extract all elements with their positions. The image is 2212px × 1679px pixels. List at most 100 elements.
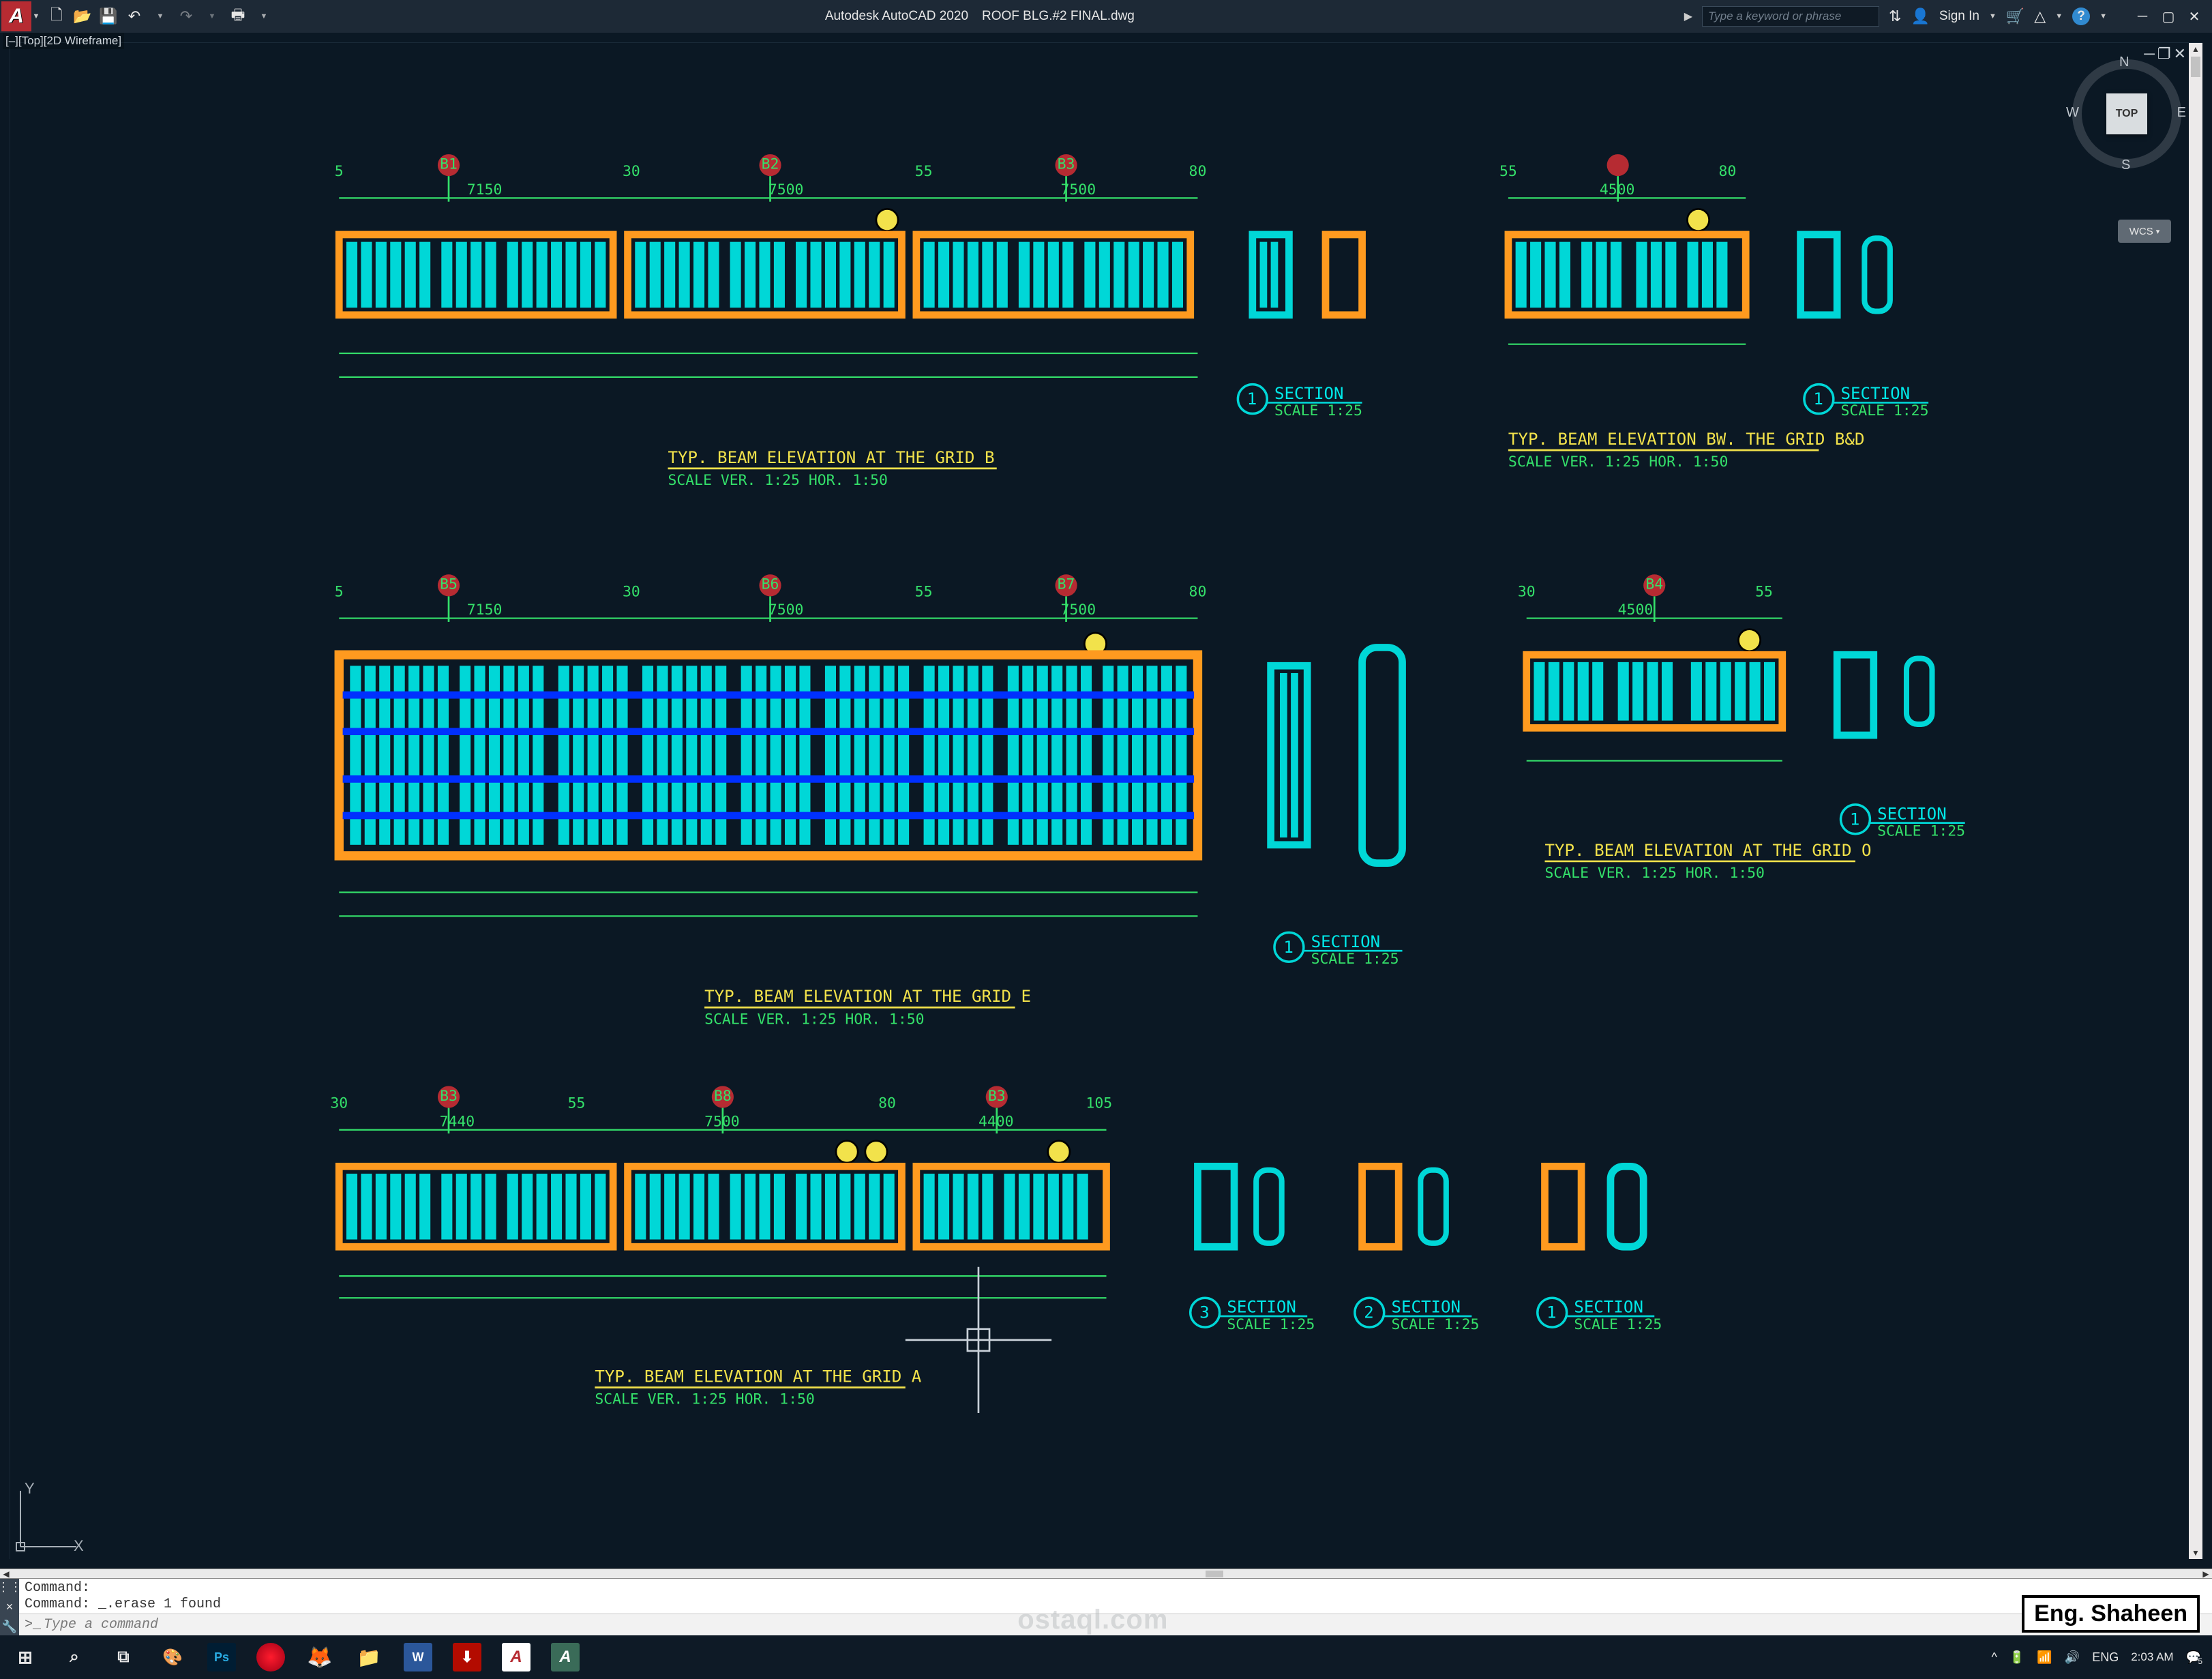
tray-expand-icon[interactable]: ^: [1991, 1650, 1997, 1665]
svg-text:SECTION: SECTION: [1877, 804, 1947, 823]
minimize-button[interactable]: ─: [2130, 6, 2155, 27]
acrobat-app-icon[interactable]: ⬇: [453, 1643, 481, 1671]
a360-icon[interactable]: ⇅: [1889, 8, 1901, 25]
paint-app-icon[interactable]: 🎨: [158, 1643, 187, 1671]
appstore-caret-icon[interactable]: ▼: [2055, 12, 2063, 20]
photoshop-app-icon[interactable]: Ps: [207, 1643, 236, 1671]
svg-text:7150: 7150: [467, 181, 503, 198]
svg-text:SECTION: SECTION: [1274, 384, 1344, 403]
svg-text:SCALE 1:25: SCALE 1:25: [1841, 402, 1929, 419]
autocad-alt-app-icon[interactable]: A: [551, 1643, 580, 1671]
search-expand-icon[interactable]: ▶: [1684, 10, 1692, 23]
viewcube-north[interactable]: N: [2119, 55, 2129, 70]
vscrollbar[interactable]: ▲ ▼: [2189, 43, 2202, 1559]
svg-text:SCALE VER. 1:25 HOR. 1:50: SCALE VER. 1:25 HOR. 1:50: [595, 1391, 814, 1408]
svg-text:TYP. BEAM ELEVATION AT THE GRI: TYP. BEAM ELEVATION AT THE GRID O: [1545, 841, 1872, 860]
notifications-icon[interactable]: 💬5: [2186, 1650, 2201, 1665]
viewcube-west[interactable]: W: [2066, 105, 2079, 121]
cmd-close-icon[interactable]: ×: [6, 1600, 14, 1614]
signin-caret-icon[interactable]: ▼: [1989, 12, 1997, 20]
opera-app-icon[interactable]: [256, 1643, 285, 1671]
svg-text:4400: 4400: [978, 1113, 1014, 1130]
explorer-app-icon[interactable]: 📁: [355, 1643, 383, 1671]
search-icon[interactable]: ⌕: [60, 1643, 89, 1671]
maximize-button[interactable]: ▢: [2156, 6, 2181, 27]
search-input[interactable]: Type a keyword or phrase: [1702, 6, 1879, 27]
hscroll-left-icon[interactable]: ◀: [0, 1569, 12, 1579]
file-name-label: ROOF BLG.#2 FINAL.dwg: [982, 9, 1135, 24]
hscrollbar[interactable]: ◀ ▶: [0, 1569, 2212, 1578]
svg-text:55: 55: [1499, 163, 1517, 180]
viewcube-south[interactable]: S: [2121, 158, 2130, 173]
svg-text:SCALE 1:25: SCALE 1:25: [1574, 1316, 1662, 1333]
help-icon[interactable]: ?: [2072, 8, 2090, 25]
svg-text:TYP. BEAM ELEVATION AT THE GRI: TYP. BEAM ELEVATION AT THE GRID E: [704, 987, 1031, 1006]
svg-text:4500: 4500: [1618, 601, 1654, 619]
svg-text:B5: B5: [440, 576, 458, 593]
hscroll-thumb[interactable]: [1206, 1571, 1223, 1577]
drawing-canvas[interactable]: ─ ❐ ✕ ▲ ▼: [0, 33, 2212, 1569]
print-icon[interactable]: 🖶: [226, 5, 250, 28]
svg-text:3: 3: [1199, 1303, 1210, 1322]
cad-drawing: 5 30 55 80 B1 B2 B3 7150 7500 7500 1 SEC…: [10, 43, 2202, 1559]
battery-icon[interactable]: 🔋: [2009, 1650, 2024, 1665]
taskbar-clock[interactable]: 2:03 AM: [2131, 1650, 2173, 1664]
command-history-line: Command:: [25, 1580, 2207, 1596]
hscroll-right-icon[interactable]: ▶: [2200, 1569, 2212, 1579]
svg-text:30: 30: [330, 1095, 348, 1112]
help-caret-icon[interactable]: ▼: [2099, 12, 2107, 20]
autocad-app-icon[interactable]: A: [502, 1643, 530, 1671]
svg-text:SCALE 1:25: SCALE 1:25: [1877, 822, 1965, 840]
viewcube[interactable]: TOP N S E W: [2069, 56, 2185, 172]
sign-in-label[interactable]: Sign In: [1939, 9, 1979, 24]
title-center: Autodesk AutoCAD 2020 ROOF BLG.#2 FINAL.…: [275, 9, 1684, 24]
wifi-icon[interactable]: 📶: [2037, 1650, 2052, 1665]
close-button[interactable]: ✕: [2182, 6, 2207, 27]
redo-caret-icon[interactable]: ▼: [200, 5, 224, 28]
svg-text:1: 1: [1247, 389, 1257, 408]
svg-text:80: 80: [1189, 163, 1207, 180]
svg-text:SCALE 1:25: SCALE 1:25: [1274, 402, 1362, 419]
qat-more-caret-icon[interactable]: ▼: [252, 5, 275, 28]
firefox-app-icon[interactable]: 🦊: [305, 1643, 334, 1671]
wcs-toggle[interactable]: WCS ▾: [2118, 220, 2171, 243]
svg-text:SCALE 1:25: SCALE 1:25: [1227, 1316, 1315, 1333]
volume-icon[interactable]: 🔊: [2065, 1650, 2080, 1665]
undo-caret-icon[interactable]: ▼: [149, 5, 172, 28]
app-menu-caret-icon[interactable]: ▼: [31, 12, 41, 20]
search-placeholder-label: Type a keyword or phrase: [1708, 10, 1841, 23]
app-store-icon[interactable]: △: [2034, 8, 2046, 25]
new-file-icon[interactable]: 🗋: [45, 5, 68, 28]
svg-text:B3: B3: [988, 1088, 1006, 1105]
save-file-icon[interactable]: 💾: [97, 5, 120, 28]
window-buttons: ─ ▢ ✕: [2130, 6, 2207, 27]
svg-text:1: 1: [1283, 938, 1294, 957]
svg-text:7500: 7500: [1061, 601, 1096, 619]
svg-text:30: 30: [623, 163, 640, 180]
start-button[interactable]: ⊞: [11, 1643, 40, 1671]
svg-text:55: 55: [568, 1095, 586, 1112]
svg-text:B2: B2: [762, 156, 779, 173]
svg-text:2: 2: [1364, 1303, 1374, 1322]
undo-icon[interactable]: ↶: [123, 5, 146, 28]
user-icon[interactable]: 👤: [1911, 8, 1929, 25]
svg-text:5: 5: [335, 163, 344, 180]
app-logo[interactable]: A: [1, 1, 31, 31]
taskview-icon[interactable]: ⧉: [109, 1643, 138, 1671]
language-indicator[interactable]: ENG: [2092, 1650, 2119, 1665]
exchange-icon[interactable]: 🛒: [2006, 8, 2024, 25]
viewport-control-label[interactable]: [–][Top][2D Wireframe]: [3, 33, 124, 49]
clock-time: 2:03 AM: [2131, 1650, 2173, 1664]
svg-text:SECTION: SECTION: [1227, 1298, 1296, 1317]
word-app-icon[interactable]: W: [404, 1643, 432, 1671]
redo-icon[interactable]: ↷: [175, 5, 198, 28]
open-file-icon[interactable]: 📂: [71, 5, 94, 28]
svg-text:1: 1: [1850, 809, 1860, 829]
faded-brand-label: ostaql.com: [1017, 1605, 1168, 1635]
svg-text:30: 30: [623, 583, 640, 600]
cmd-settings-icon[interactable]: 🔧: [2, 1620, 17, 1634]
svg-text:1: 1: [1813, 389, 1823, 408]
title-bar: A ▼ 🗋 📂 💾 ↶ ▼ ↷ ▼ 🖶 ▼ Autodesk AutoCAD 2…: [0, 0, 2212, 33]
viewcube-east[interactable]: E: [2177, 105, 2186, 121]
viewcube-face[interactable]: TOP: [2106, 93, 2147, 134]
